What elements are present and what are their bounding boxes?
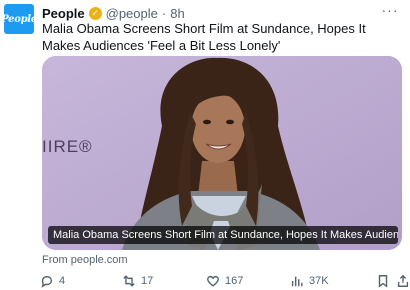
card-source[interactable]: From people.com (42, 254, 128, 266)
verified-badge-icon[interactable]: ✓ (88, 6, 102, 20)
backdrop-text: IIRE® (42, 137, 93, 156)
like-button[interactable]: 167 (206, 273, 243, 289)
repost-icon (123, 275, 135, 287)
views-button[interactable]: 37K (290, 273, 329, 289)
views-icon (291, 276, 303, 287)
like-icon (207, 275, 219, 287)
action-bar: 4 17 167 37K (40, 273, 409, 289)
repost-count: 17 (141, 275, 154, 287)
handle[interactable]: @people (106, 6, 158, 21)
more-icon[interactable]: ··· (380, 2, 400, 20)
reply-button[interactable]: 4 (40, 273, 65, 289)
share-icon (397, 274, 409, 287)
reply-icon (41, 275, 53, 288)
reply-count: 4 (59, 275, 66, 287)
post-text: Malia Obama Screens Short Film at Sundan… (42, 21, 366, 53)
bookmark-button[interactable] (376, 273, 390, 289)
repost-button[interactable]: 17 (122, 273, 153, 289)
bookmark-icon (378, 275, 388, 288)
views-count: 37K (309, 275, 329, 287)
timestamp[interactable]: 8h (170, 6, 184, 21)
card-title: Malia Obama Screens Short Film at Sundan… (48, 226, 398, 244)
card-photo: IIRE® (42, 56, 402, 250)
avatar-logo: People (1, 13, 37, 25)
share-button[interactable] (396, 273, 410, 289)
link-card[interactable]: IIRE® Malia Obama Screens Short Film at … (42, 56, 402, 250)
separator: · (161, 5, 167, 21)
display-name[interactable]: People (42, 6, 85, 21)
avatar[interactable]: People (1, 4, 37, 34)
like-count: 167 (225, 275, 244, 287)
